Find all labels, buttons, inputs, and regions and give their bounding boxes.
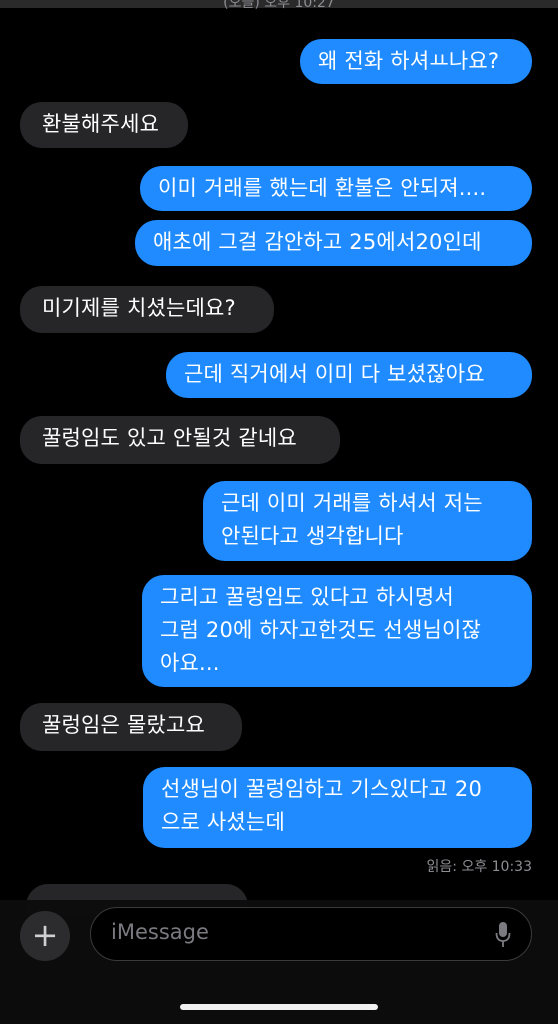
read-receipt: 읽음: 오후 10:33 [426,859,532,875]
message-bubble-received[interactable]: 꿀렁임도 있고 안될것 같네요 [20,416,340,464]
message-input-placeholder: iMessage [111,920,209,944]
home-indicator[interactable] [180,1004,378,1010]
message-bubble-received[interactable]: 미기제를 치셨는데요? [20,286,274,333]
message-bubble-received[interactable]: 환불해주세요 [20,102,188,148]
mic-icon[interactable] [495,921,511,949]
message-input[interactable]: iMessage [90,907,532,961]
message-bubble-sent[interactable]: 근데 직거에서 이미 다 보셨잖아요 [166,352,532,398]
message-bubble-sent[interactable]: 이미 거래를 했는데 환불은 안되져.... [140,166,532,211]
message-bubble-sent[interactable]: 왜 전화 하셔ㅛ나요? [300,39,532,84]
message-bubble-received[interactable]: 꿀렁임은 몰랐고요 [20,703,242,751]
message-bubble-sent[interactable]: 근데 이미 거래를 하셔서 저는 안된다고 생각합니다 [203,481,532,561]
message-bubble-sent[interactable]: 애초에 그걸 감안하고 25에서20인데 [135,220,532,266]
conversation-timestamp: (오늘) 오후 10:27 [223,0,335,11]
message-bubble-sent[interactable]: 선생님이 꿀렁임하고 기스있다고 20 으로 사셨는데 [143,767,532,848]
plus-icon[interactable]: + [20,911,70,961]
message-bubble-sent[interactable]: 그리고 꿀렁임도 있다고 하시명서 그럼 20에 하자고한것도 선생님이잖 아요… [142,575,532,687]
